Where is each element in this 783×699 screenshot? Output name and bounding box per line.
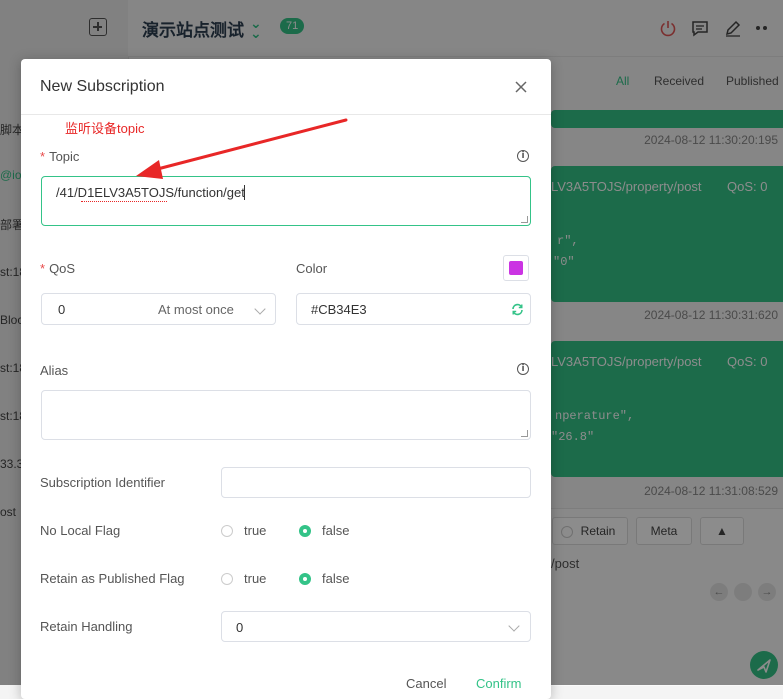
annotation-arrow: [136, 118, 348, 179]
